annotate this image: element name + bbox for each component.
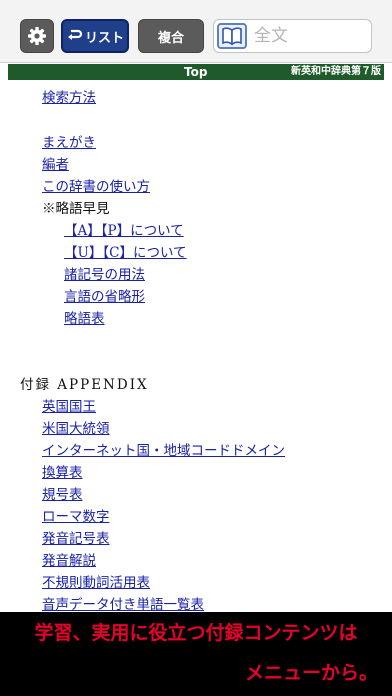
promo-banner: 学習、実用に役立つ付録コンテンツは メニューから。 [0,612,392,696]
appendix-item[interactable]: ローマ数字 [42,508,110,526]
appendix-item[interactable]: 米国大統領 [42,420,110,438]
link-kensaku-hoho[interactable]: 検索方法 [42,89,96,107]
fukugo-button-label: 複合 [157,30,184,46]
link-shokigo[interactable]: 諸記号の用法 [64,266,145,284]
appendix-title: 付録 APPENDIX [20,377,149,393]
link-ryakugohyo[interactable]: 略語表 [64,310,105,328]
gear-icon [28,27,46,45]
promo-line-1: 学習、実用に役立つ付録コンテンツは [34,622,358,644]
dictionary-name: 新英和中辞典第７版 [291,66,381,77]
link-hensha[interactable]: 編者 [42,156,69,174]
title-bar: Top 新英和中辞典第７版 [8,64,384,80]
appendix-item[interactable]: 不規則動詞活用表 [42,574,150,592]
search-input[interactable] [254,24,364,48]
link-maegaki[interactable]: まえがき [42,134,96,152]
appendix-item[interactable]: 換算表 [42,464,83,482]
list-button[interactable]: リスト [61,19,129,53]
settings-button[interactable] [20,19,54,53]
link-uc[interactable]: 【U】【C】について [64,244,187,262]
book-icon[interactable] [217,23,247,49]
page-title: Top [184,65,208,79]
link-ap[interactable]: 【A】【P】について [64,222,184,240]
search-box[interactable] [213,19,372,53]
fukugo-search-button[interactable]: 複合 [138,19,204,53]
promo-line-2: メニューから。 [244,662,378,684]
list-button-label: リスト [84,30,124,46]
appendix-item[interactable]: 発音記号表 [42,530,110,548]
appendix-item[interactable]: 英国国王 [42,398,96,416]
return-arrow-icon [67,29,82,40]
appendix-item[interactable]: 規号表 [42,486,83,504]
toolbar: リスト 複合 [0,0,392,63]
appendix-item[interactable]: 発音解説 [42,552,96,570]
appendix-item[interactable]: インターネット国・地域コードドメイン [42,442,285,460]
link-tsukaikata[interactable]: この辞書の使い方 [42,178,150,196]
link-gengo[interactable]: 言語の省略形 [64,288,145,306]
ryakugo-header: ※略語早見 [42,201,110,217]
